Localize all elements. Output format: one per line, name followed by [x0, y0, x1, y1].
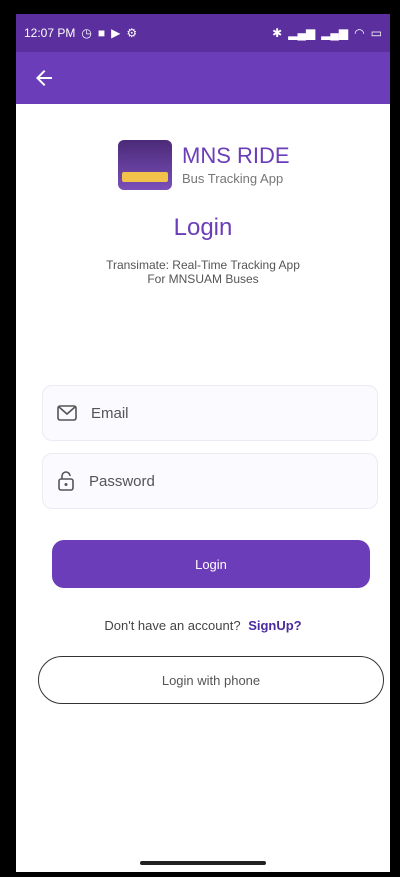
- app-bar: [16, 52, 390, 104]
- status-bar: 12:07 PM ◷ ■ ▶ ⚙ ✱ ▂▄▆ ▂▄▆ ◠ ▭: [16, 14, 390, 52]
- video-icon: ▶: [111, 26, 121, 40]
- signup-link[interactable]: SignUp?: [248, 618, 301, 633]
- signal-icon: ▂▄▆: [288, 26, 316, 40]
- brand-text: MNS RIDE Bus Tracking App: [182, 143, 290, 187]
- status-left: 12:07 PM ◷ ■ ▶ ⚙: [24, 26, 137, 40]
- brand-subtitle: Bus Tracking App: [182, 171, 284, 186]
- login-with-phone-button[interactable]: Login with phone: [38, 656, 384, 704]
- brand-title: MNS RIDE: [182, 143, 290, 168]
- email-field-container[interactable]: [42, 385, 378, 441]
- lock-icon: [58, 471, 74, 491]
- password-field-container[interactable]: [42, 453, 378, 509]
- bluetooth-icon: ✱: [272, 26, 283, 40]
- notification-icon: ■: [97, 26, 106, 40]
- alarm-icon: ◷: [81, 26, 92, 40]
- password-field[interactable]: [87, 471, 341, 491]
- mail-icon: [57, 405, 77, 421]
- brand-header: MNS RIDE Bus Tracking App: [118, 140, 290, 190]
- wifi-icon: ◠: [354, 26, 365, 40]
- signup-prompt-row: Don't have an account? SignUp?: [16, 618, 390, 633]
- arrow-left-icon[interactable]: [32, 66, 56, 90]
- email-field[interactable]: [89, 403, 343, 423]
- home-indicator[interactable]: [140, 861, 266, 865]
- app-logo: [118, 140, 172, 190]
- battery-icon: ▭: [370, 26, 382, 40]
- signal-icon-2: ▂▄▆: [321, 26, 349, 40]
- settings-icon: ⚙: [126, 26, 138, 40]
- page-title: Login: [173, 214, 233, 241]
- app-tagline: Transimate: Real-Time Tracking App For M…: [106, 258, 300, 286]
- signup-prompt: Don't have an account?: [104, 618, 241, 633]
- app-screen: 12:07 PM ◷ ■ ▶ ⚙ ✱ ▂▄▆ ▂▄▆ ◠ ▭ MNS RIDE …: [16, 14, 390, 872]
- login-button[interactable]: Login: [52, 540, 370, 588]
- status-right: ✱ ▂▄▆ ▂▄▆ ◠ ▭: [272, 26, 382, 40]
- status-time: 12:07 PM: [24, 26, 76, 40]
